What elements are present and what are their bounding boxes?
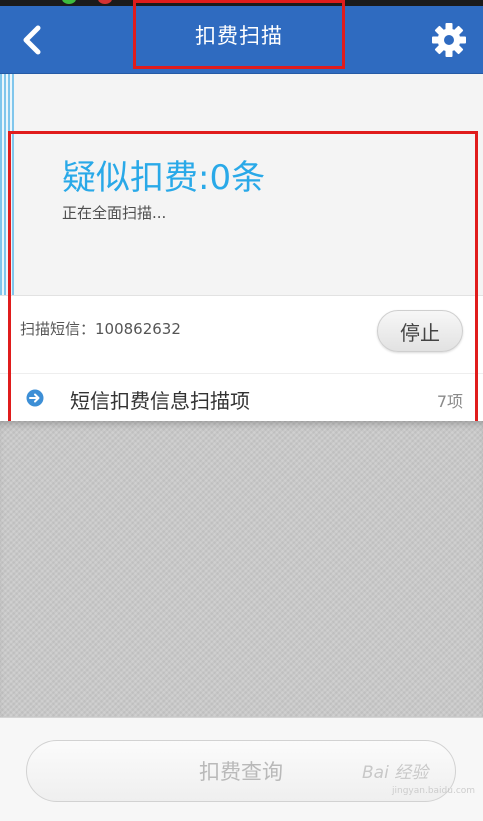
stop-button[interactable]: 停止 xyxy=(377,310,463,352)
settings-button[interactable] xyxy=(427,18,471,62)
gear-icon xyxy=(432,23,466,57)
empty-content-area xyxy=(0,421,483,717)
scan-item-label: 短信扣费信息扫描项 xyxy=(70,389,250,413)
watermark-url: jingyan.baidu.com xyxy=(392,786,476,796)
suspected-charge-count: 疑似扣费:0条 xyxy=(62,158,266,198)
arrow-circle-icon xyxy=(26,389,44,407)
scan-item-count: 7项 xyxy=(436,392,463,411)
watermark-logo: Bai 经验 xyxy=(362,763,429,783)
back-arrow-icon xyxy=(23,25,41,55)
scanning-sms-label: 扫描短信：100862632 xyxy=(20,320,181,338)
scan-progress-row: 扫描短信：100862632 停止 xyxy=(0,295,483,373)
back-button[interactable] xyxy=(10,18,54,62)
page-title: 扣费扫描 xyxy=(195,23,283,48)
progress-accent-strip xyxy=(0,74,14,296)
scan-item-row[interactable]: 短信扣费信息扫描项 7项 xyxy=(0,373,483,421)
status-indicator-green xyxy=(62,0,76,4)
title-highlight-box: 扣费扫描 xyxy=(133,0,345,69)
status-indicator-red xyxy=(98,0,112,4)
scan-status-text: 正在全面扫描... xyxy=(62,204,167,222)
